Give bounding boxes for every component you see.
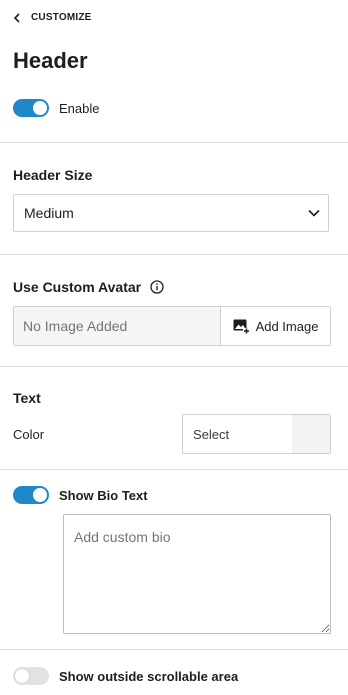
divider (0, 649, 348, 650)
toggle-knob (15, 669, 29, 683)
chevron-down-icon (308, 209, 320, 217)
back-to-customize-button[interactable]: CUSTOMIZE (13, 12, 92, 23)
toggle-knob (33, 101, 47, 115)
divider (0, 469, 348, 470)
toggle-knob (33, 488, 47, 502)
text-color-select[interactable]: Select (182, 414, 331, 454)
add-image-button[interactable]: Add Image (220, 307, 330, 345)
show-bio-label: Show Bio Text (59, 487, 148, 503)
bio-textarea[interactable] (63, 514, 331, 634)
scrollable-toggle-row: Show outside scrollable area (13, 667, 238, 685)
header-size-select[interactable]: Medium (13, 194, 329, 232)
text-section-label: Text (13, 390, 41, 406)
no-image-placeholder: No Image Added (23, 318, 128, 334)
divider (0, 142, 348, 143)
add-image-label: Add Image (255, 318, 319, 334)
color-swatch (292, 415, 330, 453)
color-label: Color (13, 427, 45, 442)
header-size-label: Header Size (13, 167, 93, 183)
enable-toggle[interactable] (13, 99, 49, 117)
enable-row: Enable (13, 99, 99, 117)
divider (0, 254, 348, 255)
back-label: CUSTOMIZE (31, 12, 92, 23)
custom-avatar-label: Use Custom Avatar (13, 279, 142, 295)
custom-avatar-header: Use Custom Avatar (13, 279, 164, 295)
page-title: Header (13, 48, 88, 73)
add-image-icon (233, 319, 250, 334)
show-outside-scrollable-toggle[interactable] (13, 667, 49, 685)
divider (0, 366, 348, 367)
customizer-panel: CUSTOMIZE Header Enable Header Size Medi… (0, 0, 348, 695)
enable-label: Enable (59, 100, 100, 116)
header-size-value: Medium (24, 205, 74, 221)
bio-toggle-row: Show Bio Text (13, 486, 148, 504)
custom-avatar-field: No Image Added Add Image (13, 306, 331, 346)
info-icon[interactable] (150, 280, 164, 294)
color-select-value: Select (193, 426, 230, 442)
chevron-left-icon (13, 12, 20, 23)
show-outside-scrollable-label: Show outside scrollable area (59, 668, 239, 684)
show-bio-toggle[interactable] (13, 486, 49, 504)
